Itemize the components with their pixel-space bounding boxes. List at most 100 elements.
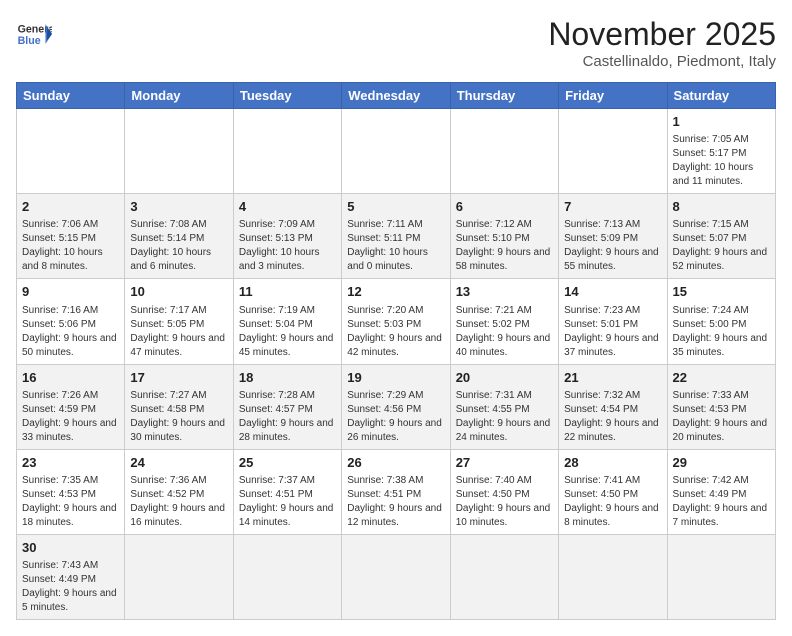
page-header: General Blue November 2025 Castellinaldo… bbox=[16, 16, 776, 70]
calendar-cell bbox=[450, 109, 558, 194]
day-info: Sunrise: 7:36 AM Sunset: 4:52 PM Dayligh… bbox=[130, 474, 227, 530]
calendar-cell bbox=[233, 534, 341, 619]
day-number: 26 bbox=[347, 454, 444, 472]
calendar-cell: 19Sunrise: 7:29 AM Sunset: 4:56 PM Dayli… bbox=[342, 364, 450, 449]
calendar-cell: 13 Sunrise: 7:21 AM Sunset: 5:02 PM Dayli… bbox=[450, 279, 558, 364]
day-info: Sunrise: 7:21 AM Sunset: 5:02 PM Dayligh… bbox=[456, 304, 553, 360]
day-number: 28 bbox=[564, 454, 661, 472]
day-number: 14 bbox=[564, 283, 661, 301]
calendar-week-row: 2Sunrise: 7:06 AM Sunset: 5:15 PM Daylig… bbox=[17, 194, 776, 279]
calendar-table: SundayMondayTuesdayWednesdayThursdayFrid… bbox=[16, 82, 776, 620]
calendar-cell: 21 Sunrise: 7:32 AM Sunset: 4:54 PM Dayli… bbox=[559, 364, 667, 449]
day-number: 17 bbox=[130, 369, 227, 387]
day-info: Sunrise: 7:31 AM Sunset: 4:55 PM Dayligh… bbox=[456, 389, 553, 445]
location-title: Castellinaldo, Piedmont, Italy bbox=[548, 53, 776, 70]
calendar-cell: 9 Sunrise: 7:16 AM Sunset: 5:06 PM Daylig… bbox=[17, 279, 125, 364]
day-info: Sunrise: 7:29 AM Sunset: 4:56 PM Dayligh… bbox=[347, 389, 444, 445]
day-number: 9 bbox=[22, 283, 119, 301]
day-info: Sunrise: 7:17 AM Sunset: 5:05 PM Dayligh… bbox=[130, 304, 227, 360]
calendar-cell: 5 Sunrise: 7:11 AM Sunset: 5:11 PM Daylig… bbox=[342, 194, 450, 279]
day-info: Sunrise: 7:41 AM Sunset: 4:50 PM Dayligh… bbox=[564, 474, 661, 530]
calendar-cell: 18Sunrise: 7:28 AM Sunset: 4:57 PM Dayli… bbox=[233, 364, 341, 449]
month-title: November 2025 bbox=[548, 16, 776, 53]
day-number: 3 bbox=[130, 198, 227, 216]
weekday-header-friday: Friday bbox=[559, 83, 667, 109]
day-number: 13 bbox=[456, 283, 553, 301]
calendar-cell bbox=[233, 109, 341, 194]
day-info: Sunrise: 7:12 AM Sunset: 5:10 PM Dayligh… bbox=[456, 218, 553, 274]
weekday-header-tuesday: Tuesday bbox=[233, 83, 341, 109]
day-info: Sunrise: 7:26 AM Sunset: 4:59 PM Dayligh… bbox=[22, 389, 119, 445]
calendar-cell: 23Sunrise: 7:35 AM Sunset: 4:53 PM Dayli… bbox=[17, 449, 125, 534]
day-number: 15 bbox=[673, 283, 770, 301]
calendar-cell: 8Sunrise: 7:15 AM Sunset: 5:07 PM Daylig… bbox=[667, 194, 775, 279]
calendar-cell: 3 Sunrise: 7:08 AM Sunset: 5:14 PM Daylig… bbox=[125, 194, 233, 279]
calendar-cell: 16 Sunrise: 7:26 AM Sunset: 4:59 PM Dayli… bbox=[17, 364, 125, 449]
day-number: 6 bbox=[456, 198, 553, 216]
calendar-cell: 7 Sunrise: 7:13 AM Sunset: 5:09 PM Daylig… bbox=[559, 194, 667, 279]
calendar-cell: 10Sunrise: 7:17 AM Sunset: 5:05 PM Dayli… bbox=[125, 279, 233, 364]
calendar-cell: 1Sunrise: 7:05 AM Sunset: 5:17 PM Daylig… bbox=[667, 109, 775, 194]
day-info: Sunrise: 7:08 AM Sunset: 5:14 PM Dayligh… bbox=[130, 218, 227, 274]
day-info: Sunrise: 7:13 AM Sunset: 5:09 PM Dayligh… bbox=[564, 218, 661, 274]
calendar-cell: 2Sunrise: 7:06 AM Sunset: 5:15 PM Daylig… bbox=[17, 194, 125, 279]
day-info: Sunrise: 7:09 AM Sunset: 5:13 PM Dayligh… bbox=[239, 218, 336, 274]
weekday-header-row: SundayMondayTuesdayWednesdayThursdayFrid… bbox=[17, 83, 776, 109]
calendar-cell: 24 Sunrise: 7:36 AM Sunset: 4:52 PM Dayli… bbox=[125, 449, 233, 534]
day-info: Sunrise: 7:24 AM Sunset: 5:00 PM Dayligh… bbox=[673, 304, 770, 360]
calendar-cell bbox=[559, 534, 667, 619]
day-info: Sunrise: 7:32 AM Sunset: 4:54 PM Dayligh… bbox=[564, 389, 661, 445]
day-info: Sunrise: 7:27 AM Sunset: 4:58 PM Dayligh… bbox=[130, 389, 227, 445]
weekday-header-saturday: Saturday bbox=[667, 83, 775, 109]
day-number: 5 bbox=[347, 198, 444, 216]
calendar-cell bbox=[450, 534, 558, 619]
calendar-cell: 11Sunrise: 7:19 AM Sunset: 5:04 PM Dayli… bbox=[233, 279, 341, 364]
day-number: 4 bbox=[239, 198, 336, 216]
day-info: Sunrise: 7:40 AM Sunset: 4:50 PM Dayligh… bbox=[456, 474, 553, 530]
calendar-week-row: 16 Sunrise: 7:26 AM Sunset: 4:59 PM Dayli… bbox=[17, 364, 776, 449]
day-number: 7 bbox=[564, 198, 661, 216]
day-number: 18 bbox=[239, 369, 336, 387]
day-number: 21 bbox=[564, 369, 661, 387]
calendar-cell: 25 Sunrise: 7:37 AM Sunset: 4:51 PM Dayli… bbox=[233, 449, 341, 534]
day-number: 16 bbox=[22, 369, 119, 387]
day-info: Sunrise: 7:33 AM Sunset: 4:53 PM Dayligh… bbox=[673, 389, 770, 445]
day-number: 27 bbox=[456, 454, 553, 472]
calendar-cell bbox=[125, 534, 233, 619]
day-info: Sunrise: 7:19 AM Sunset: 5:04 PM Dayligh… bbox=[239, 304, 336, 360]
calendar-cell bbox=[17, 109, 125, 194]
day-info: Sunrise: 7:20 AM Sunset: 5:03 PM Dayligh… bbox=[347, 304, 444, 360]
calendar-cell bbox=[342, 109, 450, 194]
calendar-cell bbox=[559, 109, 667, 194]
calendar-week-row: 23Sunrise: 7:35 AM Sunset: 4:53 PM Dayli… bbox=[17, 449, 776, 534]
day-number: 25 bbox=[239, 454, 336, 472]
day-info: Sunrise: 7:16 AM Sunset: 5:06 PM Dayligh… bbox=[22, 304, 119, 360]
calendar-cell: 6 Sunrise: 7:12 AM Sunset: 5:10 PM Daylig… bbox=[450, 194, 558, 279]
day-info: Sunrise: 7:37 AM Sunset: 4:51 PM Dayligh… bbox=[239, 474, 336, 530]
day-number: 30 bbox=[22, 539, 119, 557]
weekday-header-sunday: Sunday bbox=[17, 83, 125, 109]
day-info: Sunrise: 7:06 AM Sunset: 5:15 PM Dayligh… bbox=[22, 218, 119, 274]
calendar-cell: 12 Sunrise: 7:20 AM Sunset: 5:03 PM Dayli… bbox=[342, 279, 450, 364]
calendar-week-row: 30Sunrise: 7:43 AM Sunset: 4:49 PM Dayli… bbox=[17, 534, 776, 619]
day-info: Sunrise: 7:42 AM Sunset: 4:49 PM Dayligh… bbox=[673, 474, 770, 530]
generalblue-logo-icon: General Blue bbox=[16, 16, 52, 52]
calendar-cell: 22 Sunrise: 7:33 AM Sunset: 4:53 PM Dayli… bbox=[667, 364, 775, 449]
weekday-header-thursday: Thursday bbox=[450, 83, 558, 109]
weekday-header-monday: Monday bbox=[125, 83, 233, 109]
calendar-cell: 28 Sunrise: 7:41 AM Sunset: 4:50 PM Dayli… bbox=[559, 449, 667, 534]
calendar-cell: 4 Sunrise: 7:09 AM Sunset: 5:13 PM Daylig… bbox=[233, 194, 341, 279]
day-info: Sunrise: 7:05 AM Sunset: 5:17 PM Dayligh… bbox=[673, 133, 770, 189]
logo: General Blue bbox=[16, 16, 52, 52]
title-area: November 2025 Castellinaldo, Piedmont, I… bbox=[548, 16, 776, 70]
day-number: 24 bbox=[130, 454, 227, 472]
day-number: 22 bbox=[673, 369, 770, 387]
day-number: 12 bbox=[347, 283, 444, 301]
calendar-cell: 26Sunrise: 7:38 AM Sunset: 4:51 PM Dayli… bbox=[342, 449, 450, 534]
calendar-cell bbox=[125, 109, 233, 194]
weekday-header-wednesday: Wednesday bbox=[342, 83, 450, 109]
svg-text:Blue: Blue bbox=[18, 35, 41, 47]
day-info: Sunrise: 7:11 AM Sunset: 5:11 PM Dayligh… bbox=[347, 218, 444, 274]
calendar-cell bbox=[342, 534, 450, 619]
calendar-cell: 15 Sunrise: 7:24 AM Sunset: 5:00 PM Dayli… bbox=[667, 279, 775, 364]
